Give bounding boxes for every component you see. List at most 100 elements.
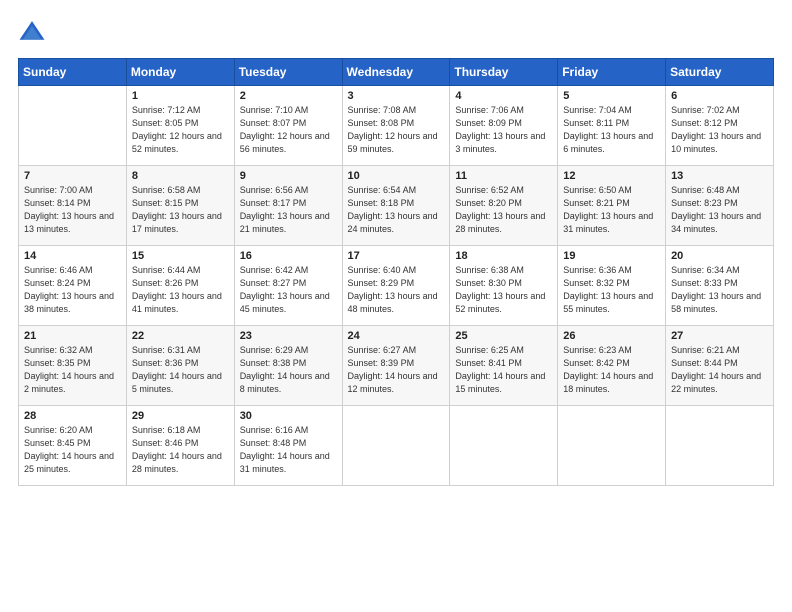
day-cell: 13Sunrise: 6:48 AMSunset: 8:23 PMDayligh…	[666, 166, 774, 246]
day-number: 24	[348, 330, 445, 342]
day-info: Sunrise: 6:42 AMSunset: 8:27 PMDaylight:…	[240, 264, 337, 316]
day-cell: 15Sunrise: 6:44 AMSunset: 8:26 PMDayligh…	[126, 246, 234, 326]
day-info: Sunrise: 6:32 AMSunset: 8:35 PMDaylight:…	[24, 344, 121, 396]
day-number: 1	[132, 90, 229, 102]
day-number: 27	[671, 330, 768, 342]
day-info: Sunrise: 6:25 AMSunset: 8:41 PMDaylight:…	[455, 344, 552, 396]
day-info: Sunrise: 6:58 AMSunset: 8:15 PMDaylight:…	[132, 184, 229, 236]
day-info: Sunrise: 6:38 AMSunset: 8:30 PMDaylight:…	[455, 264, 552, 316]
day-number: 17	[348, 250, 445, 262]
day-number: 3	[348, 90, 445, 102]
page: SundayMondayTuesdayWednesdayThursdayFrid…	[0, 0, 792, 612]
day-header-friday: Friday	[558, 59, 666, 86]
day-number: 7	[24, 170, 121, 182]
day-cell: 28 Sunrise: 6:20 AMSunset: 8:45 PMDayligh…	[19, 406, 127, 486]
day-number: 12	[563, 170, 660, 182]
day-cell: 9 Sunrise: 6:56 AMSunset: 8:17 PMDaylight…	[234, 166, 342, 246]
day-cell: 22Sunrise: 6:31 AMSunset: 8:36 PMDayligh…	[126, 326, 234, 406]
day-info: Sunrise: 6:54 AMSunset: 8:18 PMDaylight:…	[348, 184, 445, 236]
day-cell: 10 Sunrise: 6:54 AMSunset: 8:18 PMDayligh…	[342, 166, 450, 246]
day-cell	[342, 406, 450, 486]
day-cell: 24 Sunrise: 6:27 AMSunset: 8:39 PMDayligh…	[342, 326, 450, 406]
week-row-3: 14Sunrise: 6:46 AMSunset: 8:24 PMDayligh…	[19, 246, 774, 326]
day-info: Sunrise: 6:48 AMSunset: 8:23 PMDaylight:…	[671, 184, 768, 236]
day-cell: 11 Sunrise: 6:52 AMSunset: 8:20 PMDayligh…	[450, 166, 558, 246]
day-cell: 18 Sunrise: 6:38 AMSunset: 8:30 PMDayligh…	[450, 246, 558, 326]
day-cell: 2 Sunrise: 7:10 AMSunset: 8:07 PMDaylight…	[234, 86, 342, 166]
day-number: 21	[24, 330, 121, 342]
day-number: 29	[132, 410, 229, 422]
day-cell: 29 Sunrise: 6:18 AMSunset: 8:46 PMDayligh…	[126, 406, 234, 486]
week-row-2: 7 Sunrise: 7:00 AMSunset: 8:14 PMDaylight…	[19, 166, 774, 246]
day-number: 18	[455, 250, 552, 262]
logo	[18, 18, 50, 46]
logo-icon	[18, 18, 46, 46]
day-number: 2	[240, 90, 337, 102]
day-number: 4	[455, 90, 552, 102]
day-cell: 5 Sunrise: 7:04 AMSunset: 8:11 PMDaylight…	[558, 86, 666, 166]
day-header-monday: Monday	[126, 59, 234, 86]
day-number: 5	[563, 90, 660, 102]
day-number: 16	[240, 250, 337, 262]
day-number: 10	[348, 170, 445, 182]
day-info: Sunrise: 6:16 AMSunset: 8:48 PMDaylight:…	[240, 424, 337, 476]
day-number: 14	[24, 250, 121, 262]
day-cell: 21 Sunrise: 6:32 AMSunset: 8:35 PMDayligh…	[19, 326, 127, 406]
day-info: Sunrise: 7:12 AMSunset: 8:05 PMDaylight:…	[132, 104, 229, 156]
day-cell: 20 Sunrise: 6:34 AMSunset: 8:33 PMDayligh…	[666, 246, 774, 326]
day-number: 8	[132, 170, 229, 182]
day-cell: 14Sunrise: 6:46 AMSunset: 8:24 PMDayligh…	[19, 246, 127, 326]
day-info: Sunrise: 6:40 AMSunset: 8:29 PMDaylight:…	[348, 264, 445, 316]
day-info: Sunrise: 7:10 AMSunset: 8:07 PMDaylight:…	[240, 104, 337, 156]
day-info: Sunrise: 6:44 AMSunset: 8:26 PMDaylight:…	[132, 264, 229, 316]
day-info: Sunrise: 6:27 AMSunset: 8:39 PMDaylight:…	[348, 344, 445, 396]
day-info: Sunrise: 6:34 AMSunset: 8:33 PMDaylight:…	[671, 264, 768, 316]
day-cell: 27 Sunrise: 6:21 AMSunset: 8:44 PMDayligh…	[666, 326, 774, 406]
day-cell	[558, 406, 666, 486]
week-row-1: 1 Sunrise: 7:12 AMSunset: 8:05 PMDaylight…	[19, 86, 774, 166]
day-info: Sunrise: 7:04 AMSunset: 8:11 PMDaylight:…	[563, 104, 660, 156]
day-info: Sunrise: 6:21 AMSunset: 8:44 PMDaylight:…	[671, 344, 768, 396]
day-number: 30	[240, 410, 337, 422]
day-cell: 4 Sunrise: 7:06 AMSunset: 8:09 PMDaylight…	[450, 86, 558, 166]
day-cell: 30 Sunrise: 6:16 AMSunset: 8:48 PMDayligh…	[234, 406, 342, 486]
day-number: 25	[455, 330, 552, 342]
day-cell: 17 Sunrise: 6:40 AMSunset: 8:29 PMDayligh…	[342, 246, 450, 326]
day-info: Sunrise: 6:20 AMSunset: 8:45 PMDaylight:…	[24, 424, 121, 476]
calendar-table: SundayMondayTuesdayWednesdayThursdayFrid…	[18, 58, 774, 486]
day-number: 9	[240, 170, 337, 182]
week-row-5: 28 Sunrise: 6:20 AMSunset: 8:45 PMDayligh…	[19, 406, 774, 486]
day-cell: 19 Sunrise: 6:36 AMSunset: 8:32 PMDayligh…	[558, 246, 666, 326]
day-number: 20	[671, 250, 768, 262]
day-info: Sunrise: 6:23 AMSunset: 8:42 PMDaylight:…	[563, 344, 660, 396]
day-number: 28	[24, 410, 121, 422]
day-info: Sunrise: 6:29 AMSunset: 8:38 PMDaylight:…	[240, 344, 337, 396]
day-info: Sunrise: 7:00 AMSunset: 8:14 PMDaylight:…	[24, 184, 121, 236]
day-cell	[450, 406, 558, 486]
day-cell: 3 Sunrise: 7:08 AMSunset: 8:08 PMDaylight…	[342, 86, 450, 166]
day-info: Sunrise: 6:56 AMSunset: 8:17 PMDaylight:…	[240, 184, 337, 236]
day-cell: 26 Sunrise: 6:23 AMSunset: 8:42 PMDayligh…	[558, 326, 666, 406]
day-cell: 12Sunrise: 6:50 AMSunset: 8:21 PMDayligh…	[558, 166, 666, 246]
header	[18, 18, 774, 46]
day-cell: 1 Sunrise: 7:12 AMSunset: 8:05 PMDaylight…	[126, 86, 234, 166]
day-info: Sunrise: 6:36 AMSunset: 8:32 PMDaylight:…	[563, 264, 660, 316]
day-info: Sunrise: 6:52 AMSunset: 8:20 PMDaylight:…	[455, 184, 552, 236]
day-number: 22	[132, 330, 229, 342]
day-info: Sunrise: 7:06 AMSunset: 8:09 PMDaylight:…	[455, 104, 552, 156]
header-row: SundayMondayTuesdayWednesdayThursdayFrid…	[19, 59, 774, 86]
day-number: 11	[455, 170, 552, 182]
day-cell: 23 Sunrise: 6:29 AMSunset: 8:38 PMDayligh…	[234, 326, 342, 406]
day-info: Sunrise: 7:08 AMSunset: 8:08 PMDaylight:…	[348, 104, 445, 156]
day-number: 23	[240, 330, 337, 342]
day-header-saturday: Saturday	[666, 59, 774, 86]
day-header-thursday: Thursday	[450, 59, 558, 86]
day-info: Sunrise: 7:02 AMSunset: 8:12 PMDaylight:…	[671, 104, 768, 156]
day-number: 19	[563, 250, 660, 262]
day-cell: 16 Sunrise: 6:42 AMSunset: 8:27 PMDayligh…	[234, 246, 342, 326]
day-info: Sunrise: 6:18 AMSunset: 8:46 PMDaylight:…	[132, 424, 229, 476]
day-number: 26	[563, 330, 660, 342]
day-header-wednesday: Wednesday	[342, 59, 450, 86]
day-header-tuesday: Tuesday	[234, 59, 342, 86]
day-cell: 7 Sunrise: 7:00 AMSunset: 8:14 PMDaylight…	[19, 166, 127, 246]
